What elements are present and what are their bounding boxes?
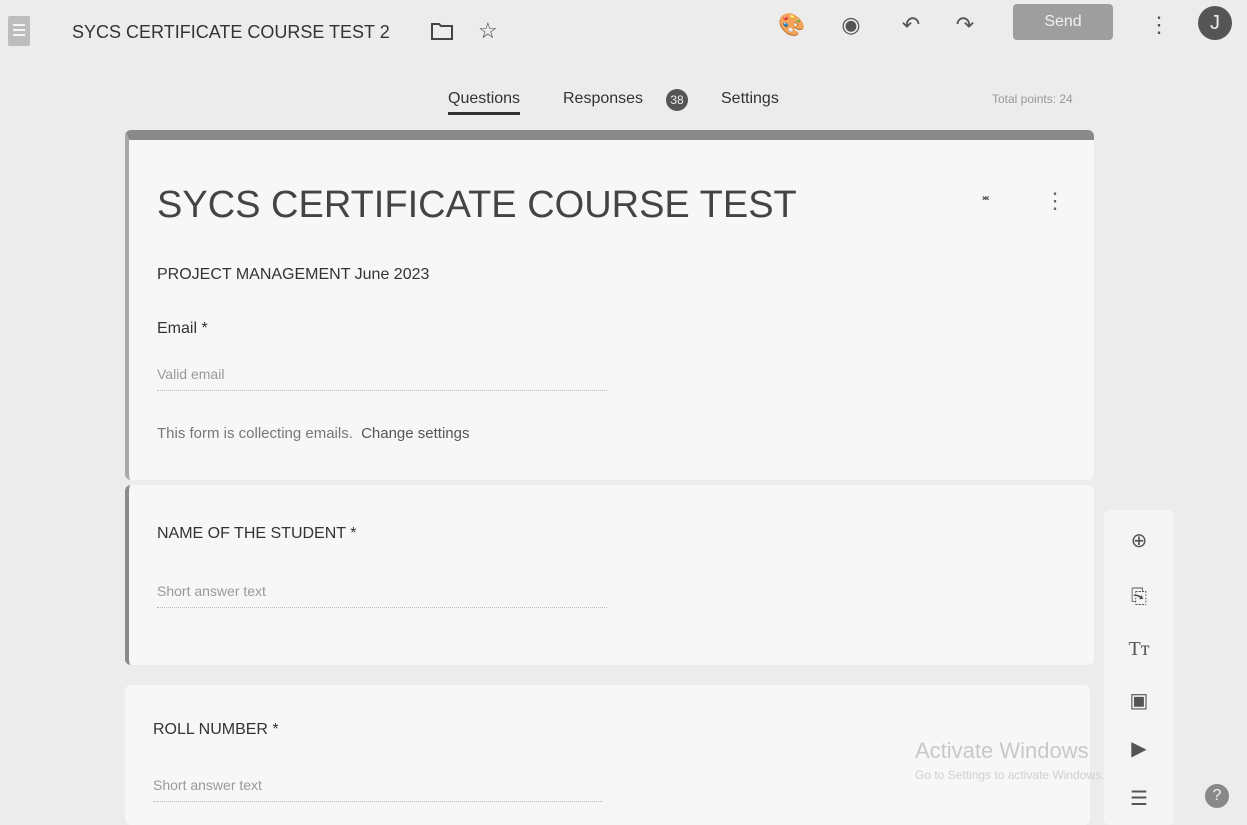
add-video-icon[interactable]: ▶ — [1126, 736, 1152, 762]
top-bar: SYCS CERTIFICATE COURSE TEST 2 ☆ 🎨 ◉ ↶ ↷… — [0, 0, 1247, 70]
add-title-icon[interactable]: Tт — [1126, 636, 1152, 662]
form-header-card[interactable]: SYCS CERTIFICATE COURSE TEST ⌄ ⌃ ⋮ PROJEC… — [125, 130, 1094, 480]
tab-questions[interactable]: Questions — [448, 90, 521, 115]
add-question-icon[interactable]: ⊕ — [1126, 528, 1152, 554]
add-image-icon[interactable]: ▣ — [1126, 688, 1152, 714]
total-points: Total points: 24 — [992, 92, 1073, 106]
responses-count-badge: 38 — [666, 89, 688, 111]
tab-responses[interactable]: Responses — [563, 90, 643, 108]
email-question-label: Email * — [157, 320, 208, 337]
send-button[interactable]: Send — [1013, 4, 1113, 40]
side-toolbar: ⊕ ⎘ Tт ▣ ▶ ☰ — [1104, 510, 1174, 825]
change-settings-link[interactable]: Change settings — [361, 425, 469, 442]
collecting-note-text: This form is collecting emails. — [157, 425, 353, 442]
star-icon[interactable]: ☆ — [478, 20, 498, 42]
form-title[interactable]: SYCS CERTIFICATE COURSE TEST — [157, 184, 797, 227]
form-description[interactable]: PROJECT MANAGEMENT June 2023 — [157, 266, 429, 284]
card-more-icon[interactable]: ⋮ — [1044, 188, 1066, 214]
question-card[interactable]: NAME OF THE STUDENT * Short answer text — [125, 485, 1094, 665]
avatar[interactable]: J — [1198, 6, 1232, 40]
preview-eye-icon[interactable]: ◉ — [838, 12, 864, 38]
tab-bar: Questions Responses 38 Settings Total po… — [0, 86, 1247, 116]
email-collecting-note: This form is collecting emails. Change s… — [157, 425, 469, 442]
tab-settings[interactable]: Settings — [721, 90, 779, 108]
question-label[interactable]: ROLL NUMBER * — [153, 721, 279, 739]
import-questions-icon[interactable]: ⎘ — [1126, 584, 1152, 610]
question-label[interactable]: NAME OF THE STUDENT * — [157, 525, 356, 543]
short-answer-field: Short answer text — [157, 583, 607, 608]
activate-windows-title: Activate Windows — [915, 738, 1089, 763]
undo-icon[interactable]: ↶ — [898, 12, 924, 38]
short-answer-field: Short answer text — [153, 777, 603, 802]
palette-icon[interactable]: 🎨 — [778, 12, 805, 38]
help-icon[interactable]: ? — [1205, 784, 1229, 808]
activate-windows-subtitle: Go to Settings to activate Windows. — [915, 768, 1105, 782]
forms-app-icon[interactable] — [8, 16, 30, 46]
collapse-icon[interactable]: ⌄ ⌃ — [979, 188, 992, 212]
email-field[interactable]: Valid email — [157, 366, 607, 391]
add-section-icon[interactable]: ☰ — [1126, 786, 1152, 812]
redo-icon[interactable]: ↷ — [952, 12, 978, 38]
document-title[interactable]: SYCS CERTIFICATE COURSE TEST 2 — [72, 22, 390, 43]
folder-icon[interactable] — [430, 20, 454, 42]
more-vert-icon[interactable]: ⋮ — [1148, 12, 1170, 38]
